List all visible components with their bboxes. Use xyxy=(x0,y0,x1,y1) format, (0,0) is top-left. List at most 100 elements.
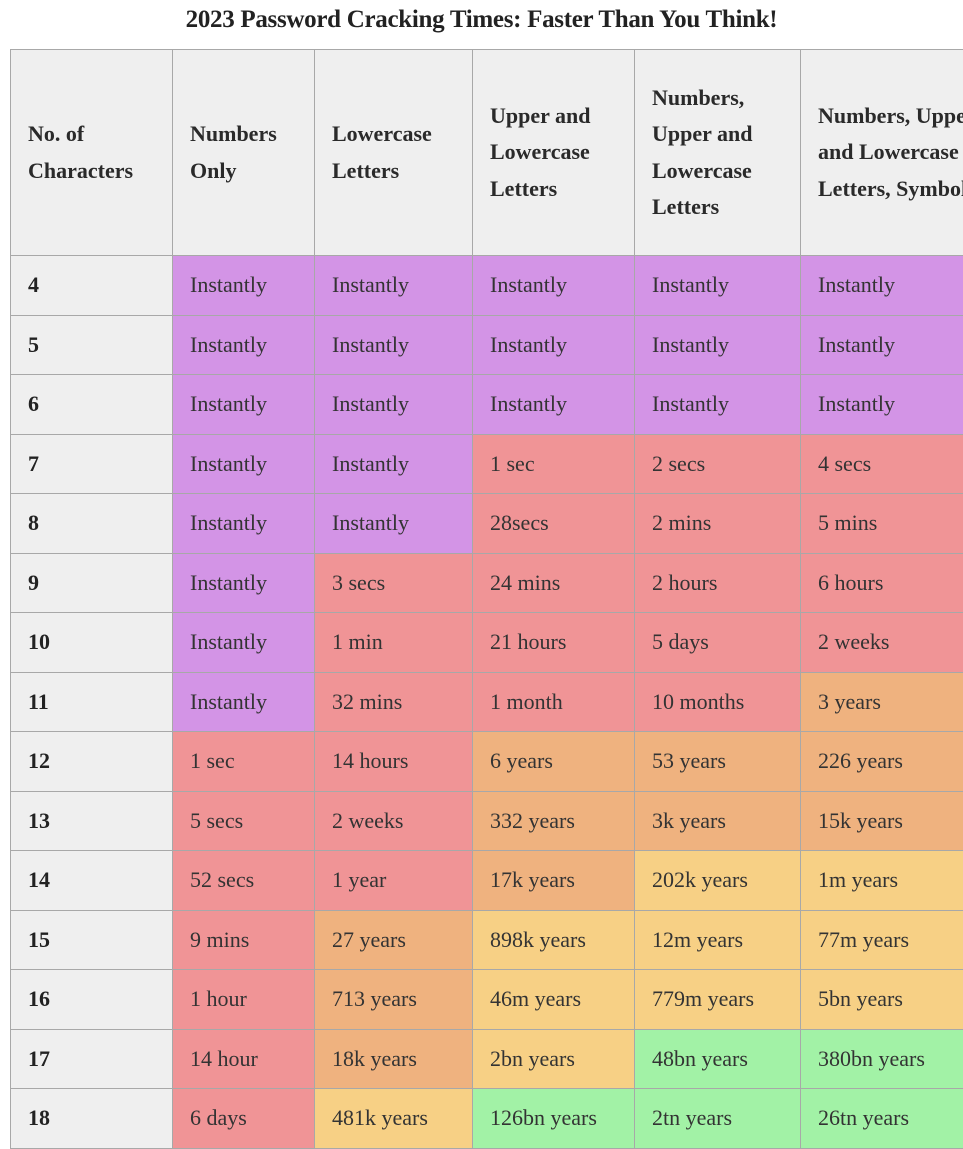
row-header-characters: 5 xyxy=(10,314,173,375)
cell-lowercase-letters: Instantly xyxy=(314,255,473,316)
password-cracking-table: No. of Characters Numbers Only Lowercase… xyxy=(10,49,963,1149)
table-row: 8 Instantly Instantly 28secs 2 mins 5 mins xyxy=(10,493,963,554)
cell-numbers-upper-lowercase-symbols: 26tn years xyxy=(800,1088,963,1149)
cell-numbers-upper-lowercase: 2tn years xyxy=(634,1088,801,1149)
cell-numbers-only: Instantly xyxy=(172,493,315,554)
cell-upper-lowercase-letters: 2bn years xyxy=(472,1028,635,1089)
table-row: 16 1 hour 713 years 46m years 779m years 5bn … xyxy=(10,969,963,1030)
row-header-characters: 15 xyxy=(10,909,173,970)
row-header-characters: 10 xyxy=(10,612,173,673)
cell-lowercase-letters: Instantly xyxy=(314,493,473,554)
cell-numbers-upper-lowercase: 2 hours xyxy=(634,552,801,613)
cell-numbers-upper-lowercase-symbols: 6 hours xyxy=(800,552,963,613)
table-row: 4 Instantly Instantly Instantly Instantly Ins… xyxy=(10,255,963,316)
cell-numbers-upper-lowercase: 3k years xyxy=(634,790,801,851)
cell-numbers-upper-lowercase-symbols: 15k years xyxy=(800,790,963,851)
cell-numbers-upper-lowercase-symbols: 4 secs xyxy=(800,433,963,494)
cell-numbers-upper-lowercase-symbols: Instantly xyxy=(800,255,963,316)
cell-upper-lowercase-letters: 1 sec xyxy=(472,433,635,494)
cell-lowercase-letters: 27 years xyxy=(314,909,473,970)
cell-numbers-only: Instantly xyxy=(172,255,315,316)
cell-lowercase-letters: 14 hours xyxy=(314,731,473,792)
cell-numbers-upper-lowercase-symbols: 226 years xyxy=(800,731,963,792)
cell-upper-lowercase-letters: 898k years xyxy=(472,909,635,970)
table-row: 9 Instantly 3 secs 24 mins 2 hours 6 hours xyxy=(10,552,963,613)
table-row: 14 52 secs 1 year 17k years 202k years 1m yea… xyxy=(10,850,963,911)
row-header-characters: 4 xyxy=(10,255,173,316)
table-row: 7 Instantly Instantly 1 sec 2 secs 4 secs xyxy=(10,433,963,494)
table-row: 15 9 mins 27 years 898k years 12m years 77m y… xyxy=(10,909,963,970)
page-title: 2023 Password Cracking Times: Faster Tha… xyxy=(185,6,778,33)
table-row: 18 6 days 481k years 126bn years 2tn years 26… xyxy=(10,1088,963,1149)
cell-numbers-only: 6 days xyxy=(172,1088,315,1149)
row-header-characters: 13 xyxy=(10,790,173,851)
cell-numbers-only: Instantly xyxy=(172,612,315,673)
row-header-characters: 9 xyxy=(10,552,173,613)
row-header-characters: 6 xyxy=(10,374,173,435)
cell-numbers-upper-lowercase: Instantly xyxy=(634,314,801,375)
cell-numbers-only: 14 hour xyxy=(172,1028,315,1089)
cell-numbers-upper-lowercase-symbols: 380bn years xyxy=(800,1028,963,1089)
table-row: 6 Instantly Instantly Instantly Instantly Ins… xyxy=(10,374,963,435)
cell-upper-lowercase-letters: 332 years xyxy=(472,790,635,851)
cell-numbers-only: Instantly xyxy=(172,671,315,732)
header-lowercase-letters: Lowercase Letters xyxy=(314,49,473,256)
cell-numbers-upper-lowercase-symbols: Instantly xyxy=(800,314,963,375)
cell-numbers-upper-lowercase: 10 months xyxy=(634,671,801,732)
cell-numbers-only: 5 secs xyxy=(172,790,315,851)
cell-upper-lowercase-letters: 1 month xyxy=(472,671,635,732)
cell-lowercase-letters: Instantly xyxy=(314,433,473,494)
cell-upper-lowercase-letters: Instantly xyxy=(472,255,635,316)
cell-numbers-upper-lowercase: 48bn years xyxy=(634,1028,801,1089)
cell-numbers-upper-lowercase-symbols: 3 years xyxy=(800,671,963,732)
cell-numbers-only: 1 sec xyxy=(172,731,315,792)
cell-numbers-upper-lowercase-symbols: 1m years xyxy=(800,850,963,911)
cell-upper-lowercase-letters: 28secs xyxy=(472,493,635,554)
cell-lowercase-letters: 1 min xyxy=(314,612,473,673)
cell-upper-lowercase-letters: 24 mins xyxy=(472,552,635,613)
header-upper-lowercase-letters: Upper and Lowercase Letters xyxy=(472,49,635,256)
row-header-characters: 8 xyxy=(10,493,173,554)
table-row: 11 Instantly 32 mins 1 month 10 months 3 year… xyxy=(10,671,963,732)
row-header-characters: 14 xyxy=(10,850,173,911)
cell-lowercase-letters: Instantly xyxy=(314,374,473,435)
cell-upper-lowercase-letters: 17k years xyxy=(472,850,635,911)
cell-numbers-only: 1 hour xyxy=(172,969,315,1030)
table-row: 5 Instantly Instantly Instantly Instantly Ins… xyxy=(10,314,963,375)
cell-lowercase-letters: 1 year xyxy=(314,850,473,911)
cell-numbers-upper-lowercase-symbols: 2 weeks xyxy=(800,612,963,673)
table-header-row: No. of Characters Numbers Only Lowercase… xyxy=(10,49,963,256)
cell-numbers-upper-lowercase: 2 secs xyxy=(634,433,801,494)
header-numbers-upper-lowercase-symbols: Numbers, Upper and Lowercase Letters, Sy… xyxy=(800,49,963,256)
cell-numbers-upper-lowercase: 202k years xyxy=(634,850,801,911)
row-header-characters: 7 xyxy=(10,433,173,494)
cell-upper-lowercase-letters: Instantly xyxy=(472,314,635,375)
header-numbers-upper-lowercase: Numbers, Upper and Lowercase Letters xyxy=(634,49,801,256)
row-header-characters: 11 xyxy=(10,671,173,732)
table-row: 17 14 hour 18k years 2bn years 48bn years 380… xyxy=(10,1028,963,1089)
cell-numbers-upper-lowercase-symbols: 77m years xyxy=(800,909,963,970)
cell-upper-lowercase-letters: 6 years xyxy=(472,731,635,792)
cell-lowercase-letters: 481k years xyxy=(314,1088,473,1149)
cell-lowercase-letters: Instantly xyxy=(314,314,473,375)
cell-numbers-upper-lowercase-symbols: Instantly xyxy=(800,374,963,435)
row-header-characters: 17 xyxy=(10,1028,173,1089)
header-no-of-characters: No. of Characters xyxy=(10,49,173,256)
cell-numbers-upper-lowercase: 779m years xyxy=(634,969,801,1030)
cell-numbers-upper-lowercase: 53 years xyxy=(634,731,801,792)
table-row: 13 5 secs 2 weeks 332 years 3k years 15k year… xyxy=(10,790,963,851)
cell-numbers-upper-lowercase: Instantly xyxy=(634,374,801,435)
cell-lowercase-letters: 32 mins xyxy=(314,671,473,732)
cell-numbers-upper-lowercase: 5 days xyxy=(634,612,801,673)
table-row: 10 Instantly 1 min 21 hours 5 days 2 weeks xyxy=(10,612,963,673)
row-header-characters: 12 xyxy=(10,731,173,792)
cell-lowercase-letters: 713 years xyxy=(314,969,473,1030)
cell-numbers-upper-lowercase: Instantly xyxy=(634,255,801,316)
cell-numbers-only: 52 secs xyxy=(172,850,315,911)
cell-numbers-upper-lowercase: 2 mins xyxy=(634,493,801,554)
cell-numbers-only: Instantly xyxy=(172,433,315,494)
cell-numbers-only: Instantly xyxy=(172,314,315,375)
cell-numbers-only: Instantly xyxy=(172,552,315,613)
cell-upper-lowercase-letters: Instantly xyxy=(472,374,635,435)
table-row: 12 1 sec 14 hours 6 years 53 years 226 years xyxy=(10,731,963,792)
